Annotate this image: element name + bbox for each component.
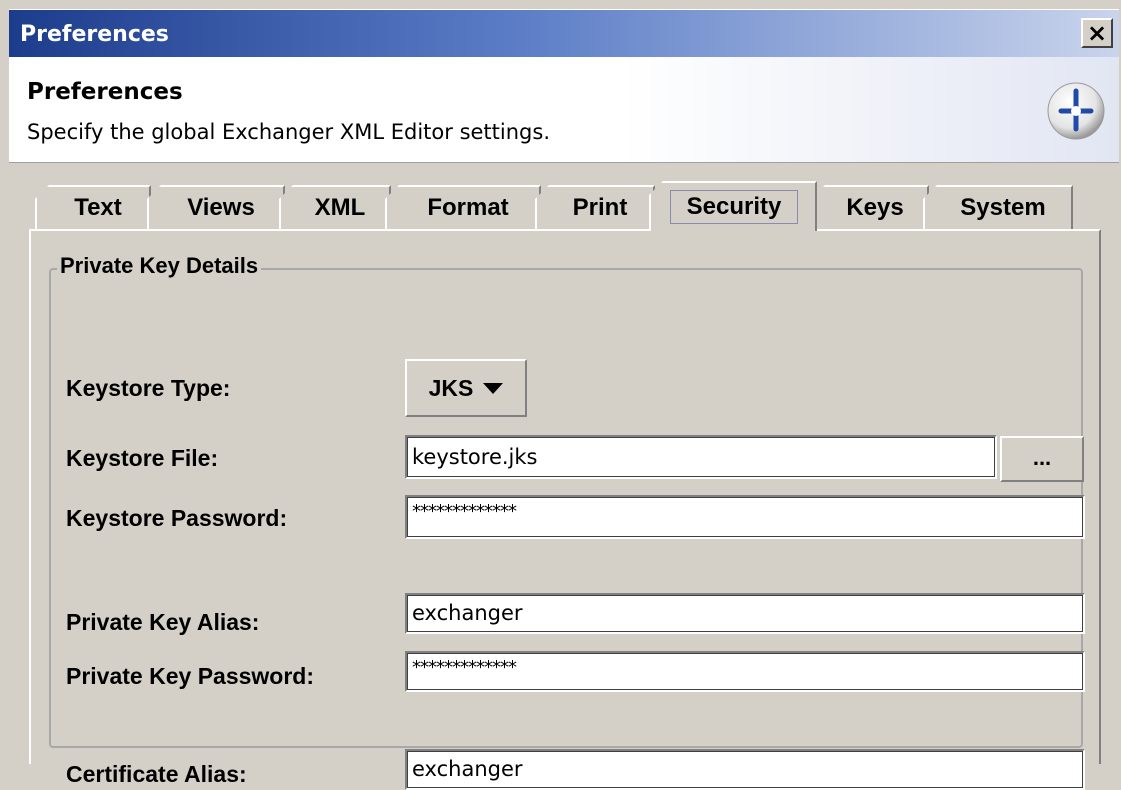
dropdown-arrow-icon [483,382,504,394]
browse-button[interactable]: ... [1000,436,1084,482]
tab-format[interactable]: Format [385,185,541,229]
header-title: Preferences [27,79,183,105]
dialog-header: Preferences Specify the global Exchanger… [9,57,1119,163]
group-title: Private Key Details [57,253,262,279]
keystore-type-select[interactable]: JKS [405,359,527,417]
keystore-password-field[interactable]: ************* [405,495,1085,539]
private-key-password-field[interactable]: ************* [405,651,1085,692]
keystore-type-label: Keystore Type: [66,375,231,401]
tab-views[interactable]: Views [147,185,285,229]
certificate-alias-label: Certificate Alias: [66,761,247,787]
tab-system[interactable]: System [923,185,1073,229]
private-key-password-label: Private Key Password: [66,663,315,689]
security-tab-panel: Private Key Details Keystore Type: JKS K… [29,229,1101,790]
keystore-password-label: Keystore Password: [66,505,288,531]
header-description: Specify the global Exchanger XML Editor … [27,120,550,144]
tab-security[interactable]: Security [649,181,817,231]
tab-keys[interactable]: Keys [811,185,929,229]
keystore-file-label: Keystore File: [66,445,219,471]
dialog-body: Text Views XML Format Print Security Key… [9,163,1119,790]
title-bar: Preferences × [9,9,1119,58]
window-title: Preferences [20,22,169,47]
close-icon: × [1086,19,1108,47]
private-key-alias-label: Private Key Alias: [66,609,260,635]
tab-strip: Text Views XML Format Print Security Key… [9,163,1119,233]
close-button[interactable]: × [1081,18,1113,48]
exchanger-logo-icon [1047,82,1105,140]
keystore-type-value: JKS [428,374,474,401]
keystore-file-field[interactable]: keystore.jks [405,435,997,479]
tab-print[interactable]: Print [535,185,655,229]
tab-xml[interactable]: XML [279,185,391,229]
certificate-alias-field[interactable]: exchanger [405,749,1085,790]
private-key-alias-field[interactable]: exchanger [405,593,1085,634]
tab-text[interactable]: Text [35,185,151,229]
